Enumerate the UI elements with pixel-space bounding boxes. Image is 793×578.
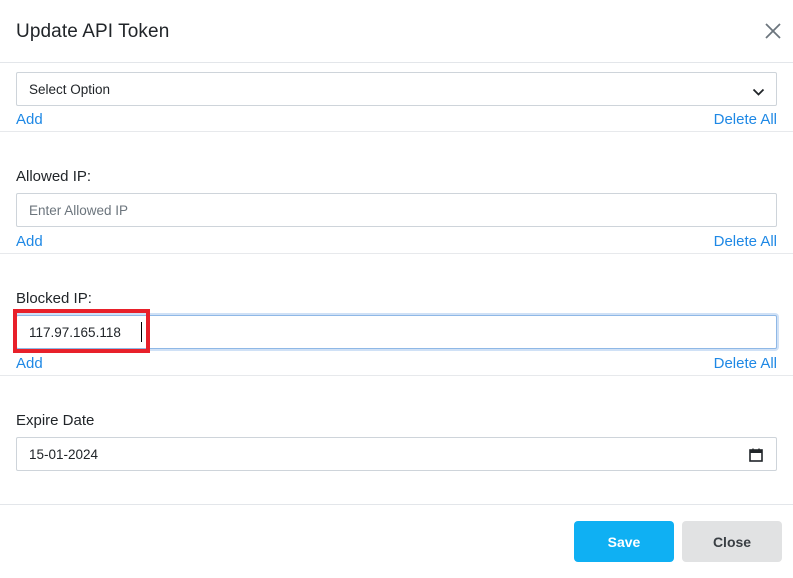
text-cursor (141, 322, 142, 342)
allowed-ip-label: Allowed IP: (16, 168, 92, 185)
allowed-ip-input[interactable] (16, 193, 777, 227)
calendar-icon[interactable] (749, 448, 763, 462)
save-button[interactable]: Save (574, 521, 674, 562)
close-button[interactable]: Close (682, 521, 782, 562)
option-add-link[interactable]: Add (16, 111, 43, 128)
divider (0, 375, 793, 376)
allowed-ip-delete-all-link[interactable]: Delete All (690, 233, 777, 250)
blocked-ip-label: Blocked IP: (16, 290, 92, 307)
expire-date-label: Expire Date (16, 412, 95, 429)
blocked-ip-input[interactable] (16, 315, 777, 349)
expire-date-value: 15-01-2024 (29, 447, 99, 462)
allowed-ip-add-link[interactable]: Add (16, 233, 43, 250)
blocked-ip-add-link[interactable]: Add (16, 355, 43, 372)
modal-header: Update API Token (0, 0, 793, 63)
expire-date-input[interactable]: 15-01-2024 (16, 437, 777, 471)
option-select-value: Select Option (29, 82, 111, 97)
divider (0, 131, 793, 132)
modal-title: Update API Token (16, 21, 170, 42)
modal-footer-divider (0, 504, 793, 505)
blocked-ip-delete-all-link[interactable]: Delete All (690, 355, 777, 372)
chevron-down-icon (752, 84, 765, 96)
option-select[interactable]: Select Option (16, 72, 777, 106)
divider (0, 253, 793, 254)
option-delete-all-link[interactable]: Delete All (690, 111, 777, 128)
close-icon[interactable] (762, 20, 784, 42)
